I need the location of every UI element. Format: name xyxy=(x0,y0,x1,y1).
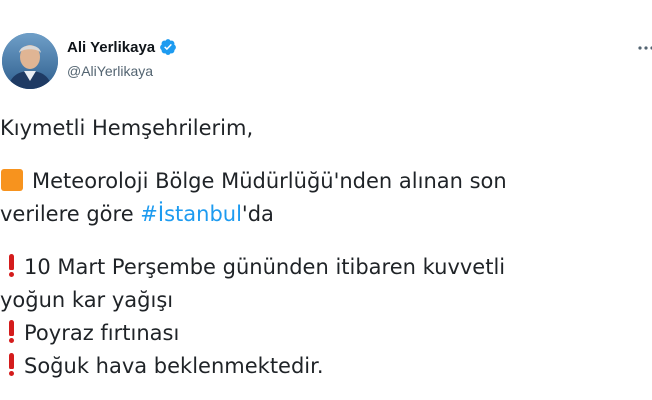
greeting-line: Kıymetli Hemşehrilerim, xyxy=(0,116,254,140)
hashtag-link[interactable]: #İstanbul xyxy=(140,202,242,226)
tweet: Ali Yerlikaya @AliYerlikaya Kıymetli Hem… xyxy=(0,0,652,400)
more-options-icon[interactable] xyxy=(636,38,652,58)
warning-item-1: 10 Mart Perşembe gününden itibaren kuvve… xyxy=(0,251,652,284)
display-name[interactable]: Ali Yerlikaya xyxy=(67,39,155,56)
exclamation-icon xyxy=(9,353,14,376)
warning-item-2: Poyraz fırtınası xyxy=(0,317,652,350)
author-handle[interactable]: @AliYerlikaya xyxy=(67,63,153,79)
tweet-text: Kıymetli Hemşehrilerim, Meteoroloji Bölg… xyxy=(0,112,652,383)
warning-text-1: 10 Mart Perşembe gününden itibaren kuvve… xyxy=(24,255,506,279)
warning-item-1-cont: yoğun kar yağışı xyxy=(0,288,174,312)
warning-text-3: Soğuk hava beklenmektedir. xyxy=(24,354,324,378)
profile-photo-icon xyxy=(2,33,58,89)
warning-item-3: Soğuk hava beklenmektedir. xyxy=(0,350,652,383)
warning-text-2: Poyraz fırtınası xyxy=(24,321,180,345)
exclamation-icon xyxy=(9,320,14,343)
orange-square-icon xyxy=(1,169,23,191)
avatar[interactable] xyxy=(2,33,58,89)
author-name-row: Ali Yerlikaya xyxy=(67,38,177,56)
source-text-prefix: verilere göre xyxy=(0,202,141,226)
source-text-suffix: 'da xyxy=(241,202,274,226)
verified-badge-icon xyxy=(160,39,176,55)
exclamation-icon xyxy=(9,254,14,277)
source-line-2: verilere göre #İstanbul'da xyxy=(0,198,652,231)
source-text: Meteoroloji Bölge Müdürlüğü'nden alınan … xyxy=(32,169,507,193)
source-line: Meteoroloji Bölge Müdürlüğü'nden alınan … xyxy=(0,165,652,198)
